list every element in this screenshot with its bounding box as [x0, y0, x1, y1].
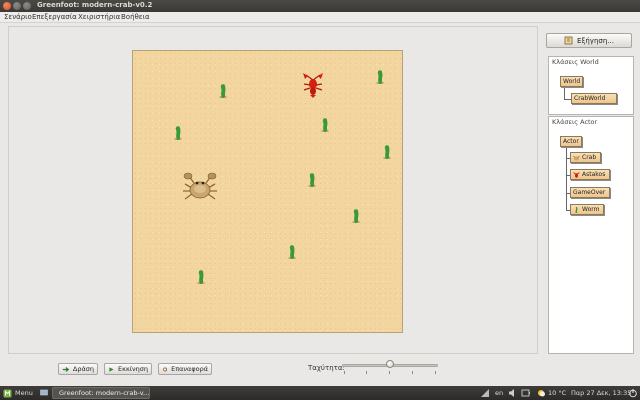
class-crab[interactable]: Crab — [570, 152, 601, 163]
speed-slider-thumb[interactable] — [386, 360, 394, 368]
menu-icon — [3, 389, 12, 397]
menu-help[interactable]: Βοήθεια — [121, 13, 150, 21]
class-crabworld-label: CrabWorld — [574, 95, 606, 102]
worm-actor[interactable] — [287, 245, 297, 259]
class-world[interactable]: World — [560, 76, 583, 87]
worm-icon — [575, 206, 578, 213]
tree-connector — [566, 147, 567, 211]
act-button[interactable]: Δράση — [58, 363, 98, 375]
class-crab-label: Crab — [582, 154, 597, 161]
lobster-actor[interactable] — [300, 72, 326, 98]
menu-edit[interactable]: Επεξεργασία — [32, 13, 77, 21]
window-title: Greenfoot: modern-crab-v0.2 — [37, 1, 153, 9]
worm-actor[interactable] — [173, 126, 183, 140]
class-gameover[interactable]: GameOver — [570, 187, 610, 198]
class-astakos[interactable]: Astakos — [570, 169, 610, 180]
volume-icon[interactable] — [508, 388, 517, 398]
worm-actor[interactable] — [382, 145, 392, 159]
class-worm-label: Worm — [582, 206, 600, 213]
close-window-button[interactable] — [3, 2, 11, 10]
worm-actor[interactable] — [320, 118, 330, 132]
class-crabworld[interactable]: CrabWorld — [571, 93, 617, 104]
title-bar: Greenfoot: modern-crab-v0.2 — [0, 0, 640, 12]
class-gameover-label: GameOver — [573, 189, 606, 196]
lobster-icon — [573, 171, 580, 178]
battery-icon[interactable] — [521, 388, 531, 398]
explain-button-label: Εξήγηση... — [577, 36, 614, 45]
play-icon — [109, 366, 114, 372]
worm-actor[interactable] — [375, 70, 385, 84]
worm-actor[interactable] — [196, 270, 206, 284]
worm-actor[interactable] — [351, 209, 361, 223]
run-button-label: Εκκίνηση — [118, 365, 148, 373]
reset-button[interactable]: Επαναφορά — [158, 363, 212, 375]
power-icon[interactable] — [628, 388, 638, 398]
crab-actor[interactable] — [180, 172, 220, 202]
class-actor[interactable]: Actor — [560, 136, 582, 147]
explain-button[interactable]: Εξήγηση... — [546, 33, 632, 48]
class-world-label: World — [563, 78, 581, 85]
class-actor-label: Actor — [563, 138, 579, 145]
worm-actor[interactable] — [218, 84, 228, 98]
world-canvas[interactable] — [132, 50, 403, 333]
run-button[interactable]: Εκκίνηση — [104, 363, 152, 375]
taskbar-window-label: Greenfoot: modern-crab-v... — [59, 389, 150, 397]
speed-label: Ταχύτητα: — [308, 364, 345, 372]
reset-icon — [163, 366, 167, 371]
class-astakos-label: Astakos — [582, 171, 606, 178]
menu-bar: Σενάριο Επεξεργασία Χειριστήρια Βοήθεια — [0, 12, 640, 23]
keyboard-layout[interactable]: en — [495, 388, 503, 398]
show-desktop-icon[interactable] — [40, 389, 48, 397]
class-worm[interactable]: Worm — [570, 204, 604, 215]
scroll-icon — [564, 36, 573, 45]
slider-tick — [412, 371, 413, 374]
temperature: 10 °C — [548, 389, 567, 397]
world-classes-header: Κλάσεις World — [552, 58, 599, 66]
network-icon[interactable] — [480, 388, 490, 398]
menu-label: Menu — [15, 389, 33, 397]
maximize-window-button[interactable] — [23, 2, 31, 10]
weather-sun-icon[interactable] — [536, 388, 546, 398]
act-button-label: Δράση — [72, 365, 94, 373]
menu-controls[interactable]: Χειριστήρια — [78, 13, 120, 21]
taskbar: Menu Greenfoot: modern-crab-v... en 10 °… — [0, 386, 640, 400]
taskbar-greenfoot-window[interactable]: Greenfoot: modern-crab-v... — [52, 387, 150, 399]
start-menu-button[interactable]: Menu — [3, 388, 33, 398]
slider-tick — [366, 371, 367, 374]
slider-tick — [435, 371, 436, 374]
slider-tick — [344, 371, 345, 374]
worm-actor[interactable] — [307, 173, 317, 187]
tree-connector — [564, 87, 565, 99]
clock[interactable]: Παρ 27 Δεκ, 13:35 — [571, 388, 631, 398]
step-icon — [62, 366, 70, 372]
menu-scenario[interactable]: Σενάριο — [4, 13, 32, 21]
crab-icon — [573, 155, 580, 160]
minimize-window-button[interactable] — [13, 2, 21, 10]
reset-button-label: Επαναφορά — [171, 365, 208, 373]
tree-connector — [564, 99, 571, 100]
slider-tick — [389, 371, 390, 374]
actor-classes-header: Κλάσεις Actor — [552, 118, 598, 126]
